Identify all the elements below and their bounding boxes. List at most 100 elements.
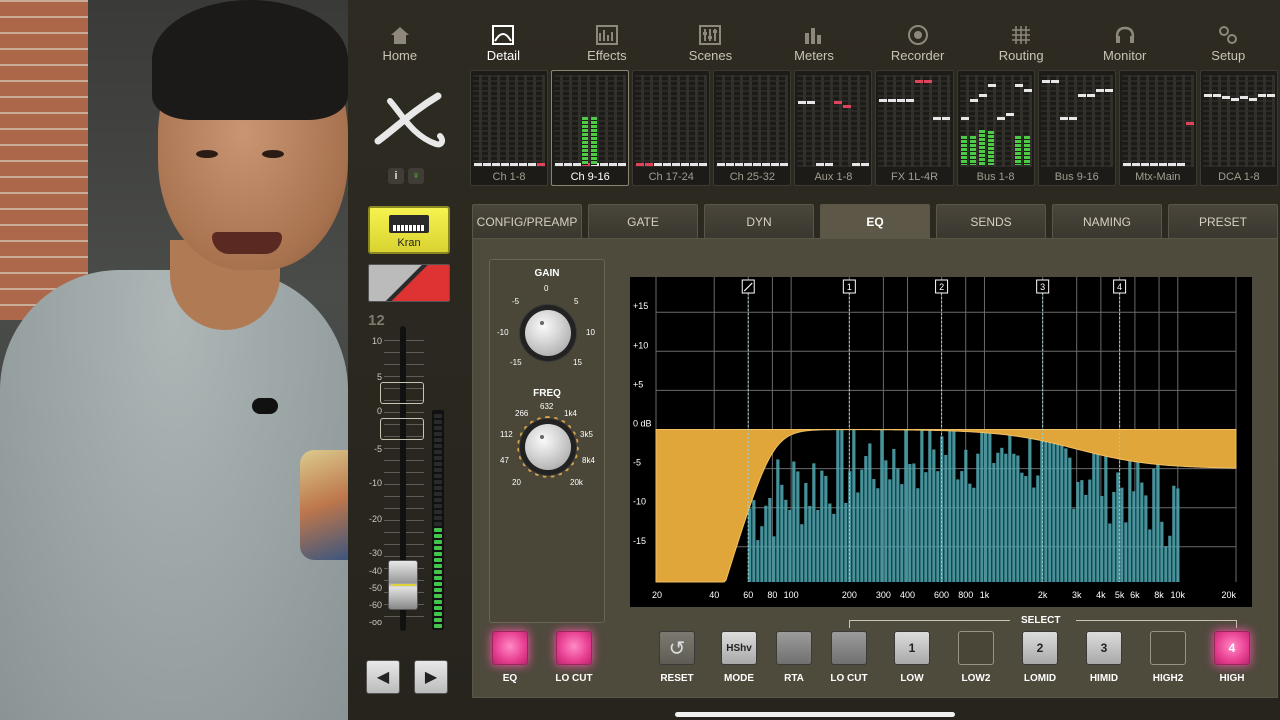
bank-fx-1l-4r[interactable]: FX 1L-4R: [875, 70, 954, 186]
routing-icon: [1010, 24, 1032, 46]
band-low2-button[interactable]: [958, 631, 994, 665]
nav-detail[interactable]: Detail: [452, 18, 556, 68]
tab-sends[interactable]: SENDS: [936, 204, 1046, 238]
eq-enable-button[interactable]: [492, 631, 528, 665]
freq-scale-label: 8k4: [582, 456, 595, 465]
nav-meters[interactable]: Meters: [762, 18, 866, 68]
bank-bus-1-8[interactable]: Bus 1-8: [956, 70, 1035, 186]
eq-graph-svg: 1 2 3 4 +15 +10 +5 0 dB -5 -10 -15 20 40 60 80 100 200 30…: [633, 277, 1237, 600]
nav-recorder[interactable]: Recorder: [866, 18, 970, 68]
tab-dyn[interactable]: DYN: [704, 204, 814, 238]
nav-recorder-label: Recorder: [890, 48, 945, 63]
bank-fader-marker: [1248, 97, 1257, 101]
rta-bar: [896, 468, 900, 582]
bank-fader-marker: [744, 163, 753, 167]
band-high-button[interactable]: 4: [1214, 631, 1250, 665]
band-low-button[interactable]: 1: [894, 631, 930, 665]
nav-monitor[interactable]: Monitor: [1073, 18, 1177, 68]
rta-bar: [1068, 457, 1072, 582]
band-lomid-button[interactable]: 2: [1022, 631, 1058, 665]
rta-bar: [1096, 450, 1100, 582]
bank-fader-marker: [1149, 163, 1158, 167]
channel-icon-button[interactable]: Kran: [368, 206, 450, 254]
tab-gate[interactable]: GATE: [588, 204, 698, 238]
bank-meter-grid: [473, 75, 546, 167]
band-himid-button[interactable]: 3: [1086, 631, 1122, 665]
locut-enable-button[interactable]: [556, 631, 592, 665]
rta-bar: [1000, 447, 1004, 582]
bank-ch-25-32[interactable]: Ch 25-32: [713, 70, 792, 186]
bank-dca-1-8[interactable]: DCA 1-8: [1199, 70, 1278, 186]
meter-segment: [434, 618, 442, 622]
nav-effects[interactable]: Effects: [555, 18, 659, 68]
bank-bus-9-16[interactable]: Bus 9-16: [1037, 70, 1116, 186]
meter-segment: [434, 510, 442, 514]
home-indicator[interactable]: [675, 712, 955, 717]
info-button[interactable]: i: [388, 168, 404, 184]
bank-ch-9-16[interactable]: Ch 9-16: [551, 70, 630, 186]
bank-mtx-main[interactable]: Mtx-Main: [1118, 70, 1197, 186]
tab-preset[interactable]: PRESET: [1168, 204, 1278, 238]
nav-home[interactable]: Home: [348, 18, 452, 68]
bank-fader-marker: [1212, 93, 1221, 97]
bank-aux-1-8[interactable]: Aux 1-8: [794, 70, 873, 186]
band-low2-label: LOW2: [961, 673, 991, 684]
bank-level-bar: [591, 117, 598, 165]
meter-segment: [434, 564, 442, 568]
nav-setup[interactable]: Setup: [1177, 18, 1280, 68]
tab-eq[interactable]: EQ: [820, 204, 930, 238]
channel-color-swatch[interactable]: [368, 264, 450, 302]
tab-config-preamp[interactable]: CONFIG/PREAMP: [472, 204, 582, 238]
rta-bar: [1136, 454, 1140, 582]
rta-bar: [956, 479, 960, 582]
bank-fader-marker: [564, 163, 573, 167]
tap-icon[interactable]: ♀: [408, 168, 424, 184]
reset-button[interactable]: ↺: [659, 631, 695, 665]
bank-fader-marker: [1140, 163, 1149, 167]
band-locut-button[interactable]: [831, 631, 867, 665]
rta-bar: [792, 461, 796, 582]
db-tick-label: 0 dB: [633, 419, 652, 429]
rta-bar: [988, 429, 992, 582]
freq-tick-label: 40: [709, 590, 719, 600]
db-tick-label: +10: [633, 340, 648, 350]
fader-scale-label: -40: [368, 566, 382, 576]
nav-scenes[interactable]: Scenes: [659, 18, 763, 68]
freq-scale-label: 20: [512, 478, 521, 487]
bank-fader-marker: [537, 163, 545, 167]
shirt: [0, 270, 348, 720]
fader-scale-label: 5: [376, 372, 382, 382]
prev-channel-button[interactable]: ◀: [366, 660, 400, 694]
bank-ch-17-24[interactable]: Ch 17-24: [632, 70, 711, 186]
next-channel-button[interactable]: ▶: [414, 660, 448, 694]
fader-cap[interactable]: [388, 560, 418, 610]
eq-graph[interactable]: 1 2 3 4 +15 +10 +5 0 dB -5 -10 -15 20 40 60 80 100 200 30…: [630, 277, 1252, 607]
rta-bar: [776, 459, 780, 582]
nav-routing[interactable]: Routing: [969, 18, 1073, 68]
bank-ch-1-8[interactable]: Ch 1-8: [470, 70, 549, 186]
bank-level-bar: [1023, 136, 1030, 165]
meter-segment: [434, 594, 442, 598]
rta-bar: [1004, 453, 1008, 582]
bank-level-bar: [582, 117, 589, 165]
rta-bar: [1064, 448, 1068, 582]
gain-knob[interactable]: [525, 310, 571, 356]
rta-bar: [756, 540, 760, 582]
rta-bar: [820, 470, 824, 582]
freq-scale-label: 632: [540, 402, 554, 411]
rta-bar: [848, 471, 852, 582]
left-eye: [196, 150, 218, 158]
rta-button[interactable]: [776, 631, 812, 665]
meter-segment: [434, 522, 442, 526]
freq-knob[interactable]: [525, 424, 571, 470]
band-high2-button[interactable]: [1150, 631, 1186, 665]
nav-detail-label: Detail: [486, 48, 520, 63]
meter-segment: [434, 486, 442, 490]
tab-naming[interactable]: NAMING: [1052, 204, 1162, 238]
meter-segment: [434, 570, 442, 574]
rta-bar: [780, 484, 784, 582]
mode-button[interactable]: HShv: [721, 631, 757, 665]
bank-fader-marker: [528, 163, 536, 167]
reset-label: RESET: [660, 673, 694, 684]
meter-segment: [434, 414, 442, 418]
